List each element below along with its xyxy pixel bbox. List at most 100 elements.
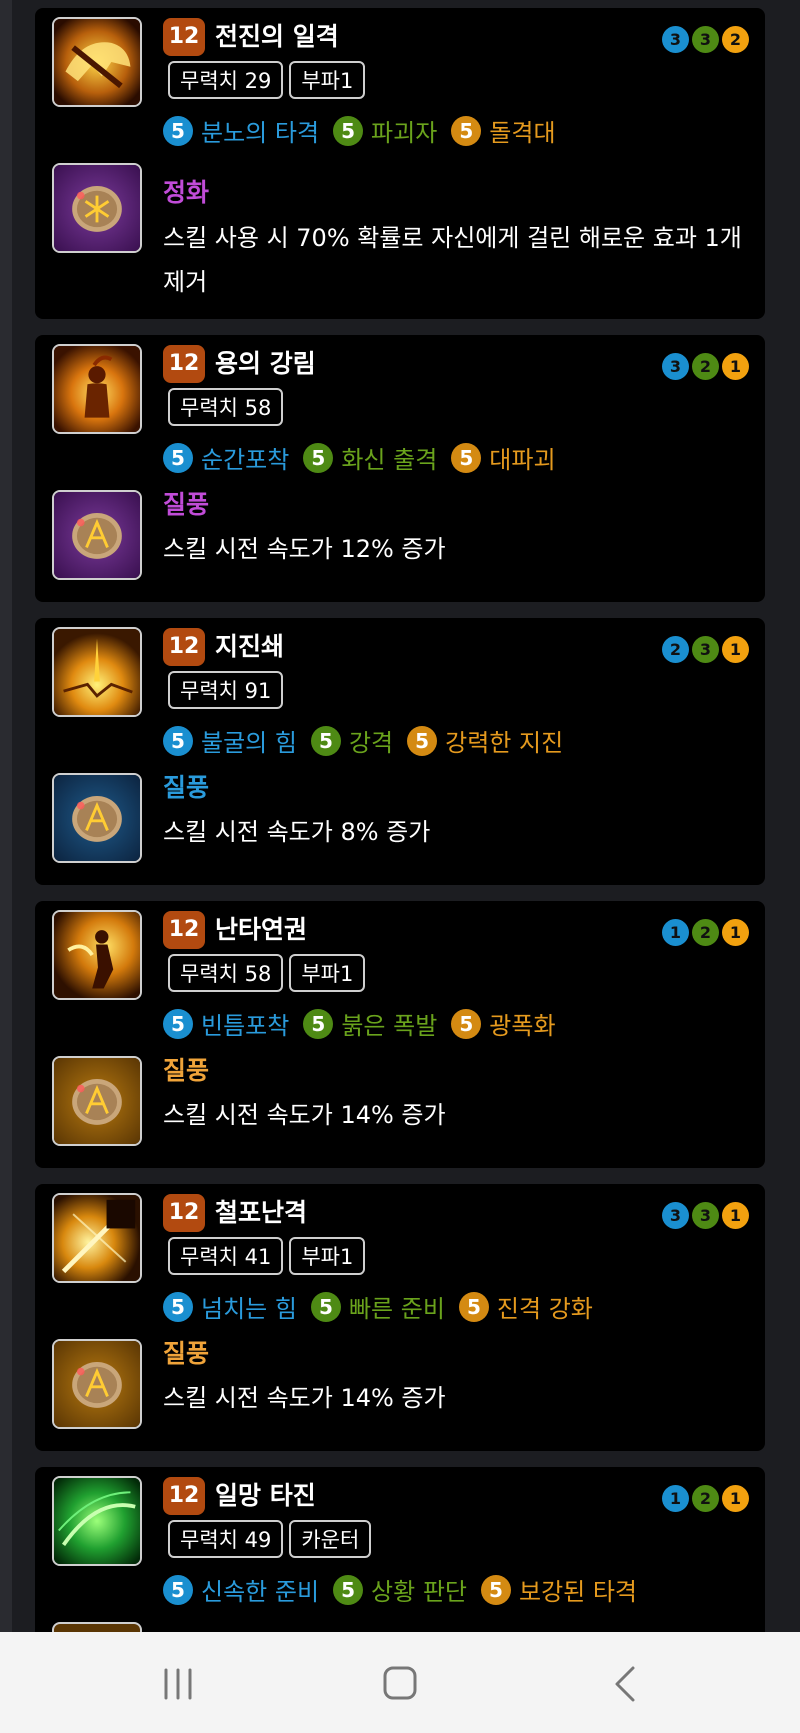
tripod-2: 5 붉은 폭발 — [303, 1006, 437, 1041]
tripod-name: 광폭화 — [489, 1012, 556, 1040]
gem-orange: 1 — [722, 353, 749, 380]
gem-orange: 1 — [722, 1202, 749, 1229]
rune-icon-gale — [52, 1339, 142, 1429]
tripod-2: 5 화신 출격 — [303, 440, 437, 475]
tripod-level: 5 — [480, 1574, 511, 1605]
skill-tags: 무력치 91 — [168, 671, 284, 709]
break-tag: 부파1 — [289, 954, 366, 992]
skill-level-badge: 12 — [163, 628, 205, 666]
skill-card[interactable]: 12 일망 타진 1 2 1 무력치 49 카운터 5 신속한 준비 5 상황 판단… — [35, 1467, 765, 1632]
tripod-name: 신속한 준비 — [201, 1578, 320, 1606]
rune-icon-gale — [52, 1056, 142, 1146]
rune-icon-purification — [52, 163, 142, 253]
skill-card[interactable]: 12 용의 강림 3 2 1 무력치 58 5 순간포착 5 화신 출격 5 대파괴 … — [35, 335, 765, 602]
rune-description: 스킬 시전 속도가 8% 증가 — [163, 818, 431, 846]
tripod-3: 5 광폭화 — [451, 1006, 556, 1041]
gem-blue: 1 — [662, 919, 689, 946]
skill-list[interactable]: 12 전진의 일격 3 3 2 무력치 29 부파1 5 분노의 타격 5 파괴자 … — [0, 0, 800, 1632]
skill-name: 난타연권 — [215, 915, 308, 944]
tripod-name: 화신 출격 — [341, 446, 438, 474]
skill-tags: 무력치 49 카운터 — [168, 1520, 372, 1558]
skill-icon-earthquake — [52, 627, 142, 717]
tripod-level: 5 — [458, 1291, 489, 1322]
skill-icon-iron-cannon-strike — [52, 1193, 142, 1283]
tripod-level: 5 — [303, 442, 334, 473]
tripod-level: 5 — [163, 442, 193, 473]
tripod-3: 5 대파괴 — [451, 440, 556, 475]
tripod-level: 5 — [451, 1008, 482, 1039]
skill-level-badge: 12 — [163, 911, 205, 949]
tripod-1: 5 빈틈포착 — [163, 1006, 289, 1041]
gem-indicators: 3 2 1 — [662, 353, 749, 380]
skill-tags: 무력치 58 부파1 — [168, 954, 366, 992]
skill-level-badge: 12 — [163, 18, 205, 56]
rune-description: 스킬 시전 속도가 14% 증가 — [163, 1101, 446, 1129]
skill-card[interactable]: 12 전진의 일격 3 3 2 무력치 29 부파1 5 분노의 타격 5 파괴자 … — [35, 8, 765, 319]
home-icon — [383, 1666, 417, 1700]
gem-indicators: 1 2 1 — [662, 1485, 749, 1512]
skill-icon-one-fell-swoop — [52, 1476, 142, 1566]
tripod-2: 5 강격 — [310, 723, 393, 758]
skill-name: 전진의 일격 — [215, 22, 339, 51]
gem-indicators: 3 3 1 — [662, 1202, 749, 1229]
tripod-3: 5 보강된 타격 — [480, 1572, 638, 1607]
skill-card[interactable]: 12 철포난격 3 3 1 무력치 41 부파1 5 넘치는 힘 5 빠른 준비 5… — [35, 1184, 765, 1451]
rune-description: 스킬 사용 시 70% 확률로 자신에게 걸린 해로운 효과 1개 제거 — [163, 224, 742, 296]
tripod-name: 강력한 지진 — [445, 729, 564, 757]
gem-green: 2 — [692, 919, 719, 946]
gem-blue: 3 — [662, 1202, 689, 1229]
tripod-1: 5 신속한 준비 — [163, 1572, 319, 1607]
skill-level-badge: 12 — [163, 1194, 205, 1232]
break-tag: 부파1 — [289, 61, 366, 99]
stagger-tag: 무력치 58 — [168, 954, 284, 992]
back-button[interactable] — [595, 1662, 655, 1706]
tripod-level: 5 — [407, 725, 438, 756]
tripod-name: 빠른 준비 — [348, 1295, 445, 1323]
skill-tags: 무력치 29 부파1 — [168, 61, 366, 99]
stagger-tag: 무력치 29 — [168, 61, 284, 99]
skill-name: 지진쇄 — [215, 632, 285, 661]
rune-name: 정화 — [163, 178, 210, 207]
skill-card[interactable]: 12 지진쇄 2 3 1 무력치 91 5 불굴의 힘 5 강격 5 강력한 지진 질… — [35, 618, 765, 885]
rune-name: 질풍 — [163, 773, 210, 802]
rune-name: 질풍 — [163, 490, 210, 519]
skill-card[interactable]: 12 난타연권 1 2 1 무력치 58 부파1 5 빈틈포착 5 붉은 폭발 5광… — [35, 901, 765, 1168]
tripod-level: 5 — [163, 725, 193, 756]
stagger-tag: 무력치 49 — [168, 1520, 284, 1558]
gem-blue: 1 — [662, 1485, 689, 1512]
tripod-2: 5 빠른 준비 — [310, 1289, 445, 1324]
gem-orange: 1 — [722, 919, 749, 946]
tripod-2: 5 상황 판단 — [333, 1572, 467, 1607]
tripod-name: 넘치는 힘 — [201, 1295, 297, 1323]
tripod-name: 빈틈포착 — [201, 1012, 290, 1040]
side-rail — [0, 0, 12, 1632]
tripod-3: 5 강력한 지진 — [407, 723, 563, 758]
skill-name: 일망 타진 — [215, 1481, 316, 1510]
gem-orange: 2 — [722, 26, 749, 53]
tripod-name: 보강된 타격 — [518, 1578, 638, 1606]
gem-blue: 3 — [662, 353, 689, 380]
gem-green: 3 — [692, 1202, 719, 1229]
tripod-level: 5 — [451, 115, 482, 146]
gem-green: 2 — [692, 1485, 719, 1512]
tripod-name: 상황 판단 — [371, 1578, 467, 1606]
tripod-row: 5 불굴의 힘 5 강격 5 강력한 지진 — [163, 723, 577, 758]
skill-name: 용의 강림 — [215, 349, 316, 378]
recent-apps-button[interactable] — [148, 1662, 208, 1706]
stagger-tag: 무력치 41 — [168, 1237, 284, 1275]
break-tag: 부파1 — [289, 1237, 366, 1275]
rune-name: 질풍 — [163, 1339, 210, 1368]
tripod-row: 5 신속한 준비 5 상황 판단 5 보강된 타격 — [163, 1572, 651, 1607]
tripod-name: 돌격대 — [489, 119, 556, 147]
skill-level-badge: 12 — [163, 345, 205, 383]
tripod-row: 5 빈틈포착 5 붉은 폭발 5 광폭화 — [163, 1006, 570, 1041]
gem-blue: 2 — [662, 636, 689, 663]
stagger-tag: 무력치 58 — [168, 388, 284, 426]
tripod-name: 붉은 폭발 — [341, 1012, 438, 1040]
tripod-1: 5 넘치는 힘 — [163, 1289, 297, 1324]
tripod-level: 5 — [163, 1008, 193, 1039]
home-button[interactable] — [370, 1662, 430, 1706]
tripod-name: 진격 강화 — [496, 1295, 593, 1323]
gem-green: 3 — [692, 26, 719, 53]
stagger-tag: 무력치 91 — [168, 671, 284, 709]
